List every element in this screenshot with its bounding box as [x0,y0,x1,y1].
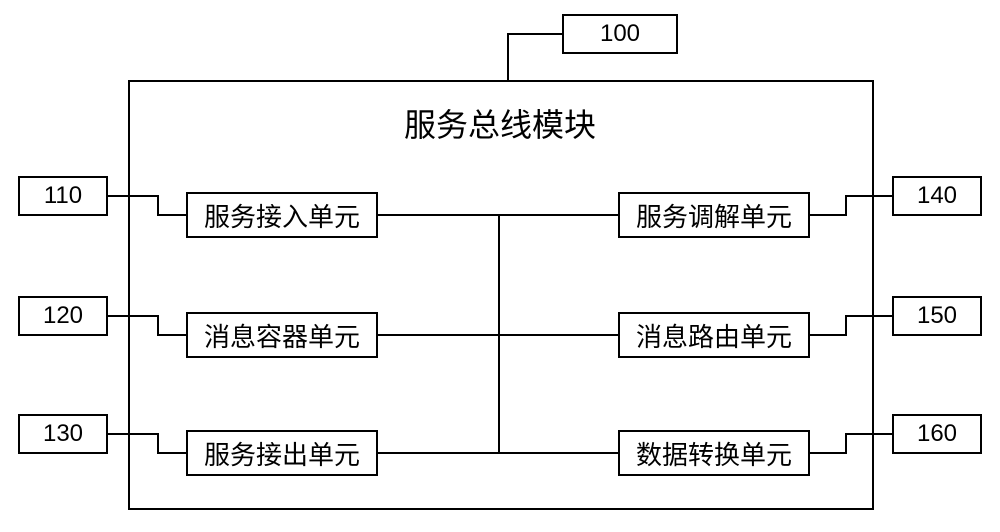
label-100-text: 100 [600,20,640,48]
label-120: 120 [18,296,108,336]
unit-160: 数据转换单元 [618,430,810,476]
unit-140-text: 服务调解单元 [636,197,792,234]
unit-120-text: 消息容器单元 [204,317,360,354]
label-150-text: 150 [917,302,957,330]
unit-150: 消息路由单元 [618,312,810,358]
unit-150-text: 消息路由单元 [636,317,792,354]
label-120-text: 120 [43,302,83,330]
unit-140: 服务调解单元 [618,192,810,238]
label-110: 110 [18,176,108,216]
diagram-root: 100 服务总线模块 110 120 130 140 150 160 服务接入单… [0,0,1000,532]
unit-120: 消息容器单元 [186,312,378,358]
label-100: 100 [562,14,678,54]
label-160: 160 [892,414,982,454]
module-title: 服务总线模块 [404,100,596,146]
unit-130-text: 服务接出单元 [204,435,360,472]
unit-110-text: 服务接入单元 [204,197,360,234]
label-160-text: 160 [917,420,957,448]
label-150: 150 [892,296,982,336]
unit-110: 服务接入单元 [186,192,378,238]
label-140: 140 [892,176,982,216]
label-140-text: 140 [917,182,957,210]
unit-130: 服务接出单元 [186,430,378,476]
label-110-text: 110 [44,182,82,210]
label-130: 130 [18,414,108,454]
unit-160-text: 数据转换单元 [636,435,792,472]
label-130-text: 130 [43,420,83,448]
